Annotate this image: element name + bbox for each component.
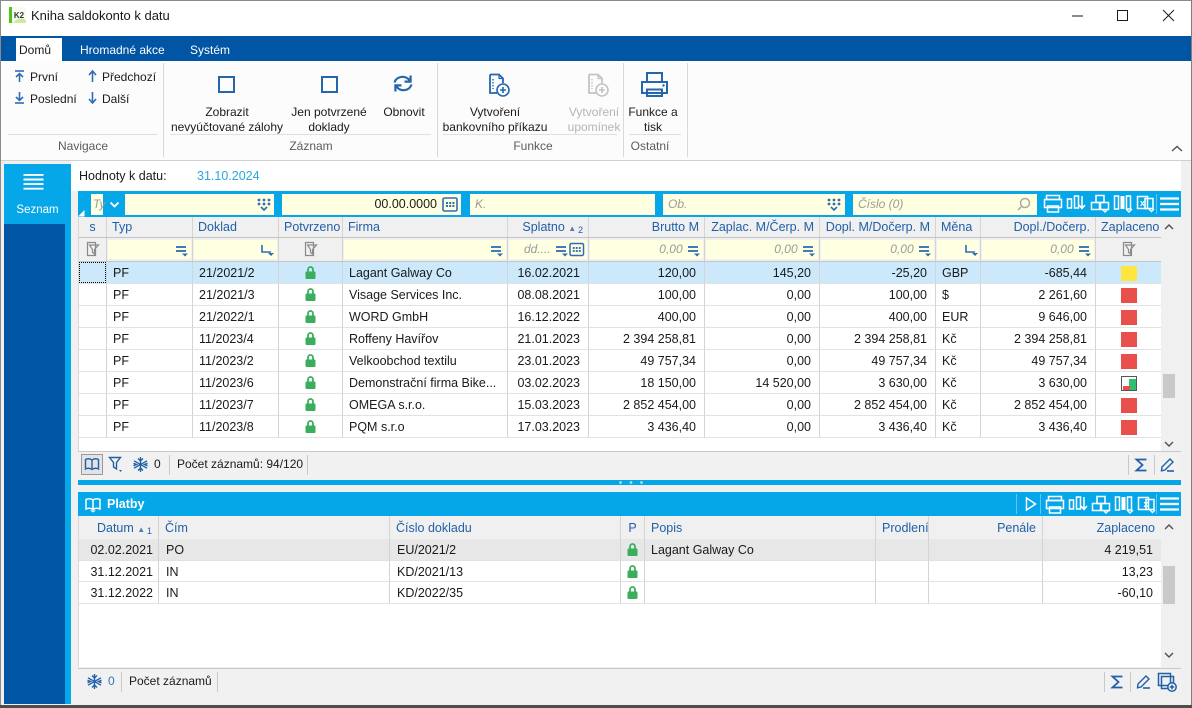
svg-text:x: x xyxy=(1144,499,1149,509)
svg-text:K2: K2 xyxy=(14,11,25,20)
svg-text:x: x xyxy=(1140,198,1145,208)
